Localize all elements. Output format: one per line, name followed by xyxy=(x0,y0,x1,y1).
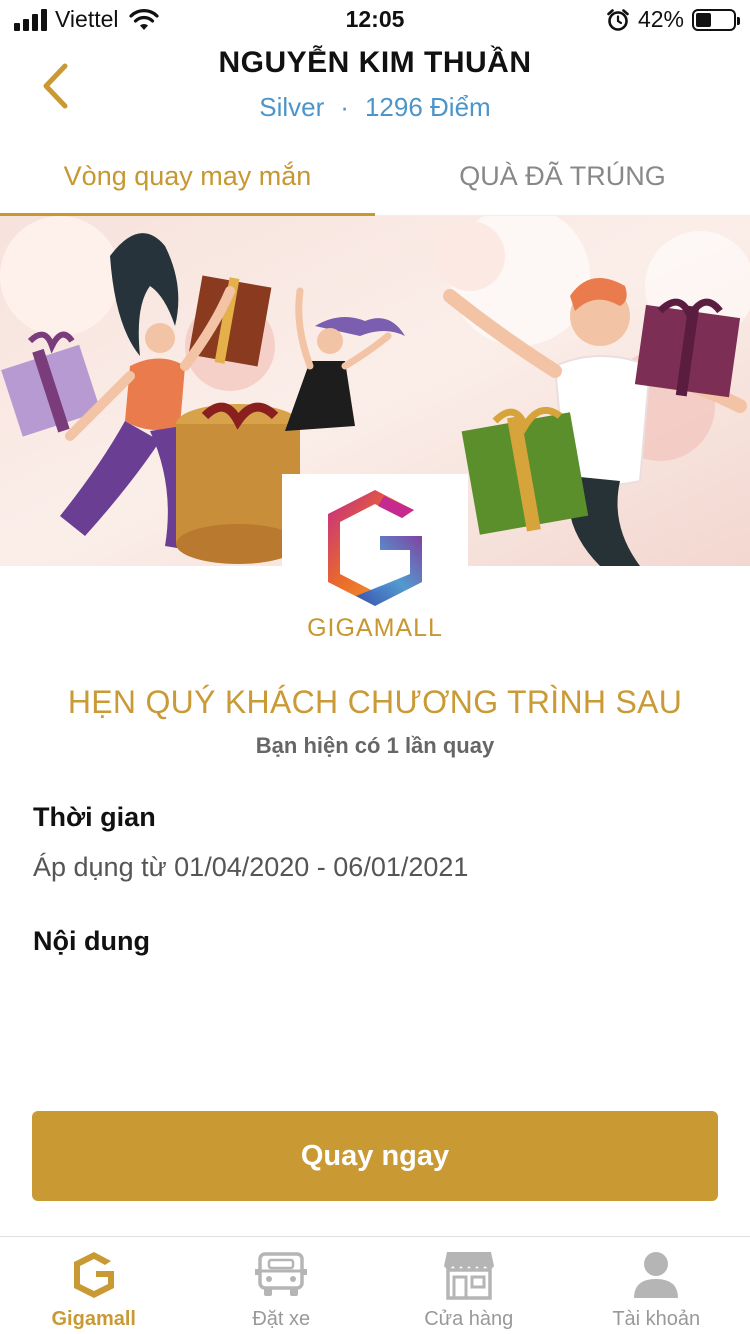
nav-label-store: Cửa hàng xyxy=(424,1308,514,1330)
spin-now-button[interactable]: Quay ngay xyxy=(32,1111,718,1201)
status-right: 42% xyxy=(606,6,740,33)
tab-lucky-wheel[interactable]: Vòng quay may mắn xyxy=(0,136,375,217)
nav-item-account[interactable]: Tài khoản xyxy=(563,1237,750,1334)
time-text: Áp dụng từ 01/04/2020 - 06/01/2021 xyxy=(33,852,469,882)
spin-count: Bạn hiện có 1 lần quay xyxy=(255,733,495,758)
gigamall-logo-text: GIGAMALL xyxy=(307,614,443,642)
nav-label-account: Tài khoản xyxy=(612,1308,701,1330)
nav-item-store[interactable]: Cửa hàng xyxy=(375,1237,563,1334)
nav-item-booking[interactable]: Đặt xe xyxy=(188,1237,376,1334)
status-bar: Viettel 12:05 42% xyxy=(0,0,750,40)
time-title: Thời gian xyxy=(33,802,156,832)
battery-percent: 42% xyxy=(637,6,684,32)
member-points: 1296 Điểm xyxy=(364,92,491,122)
tab-won-gifts[interactable]: QUÀ ĐÃ TRÚNG xyxy=(375,136,750,216)
nav-item-gigamall[interactable]: Gigamall xyxy=(0,1237,188,1334)
member-tier: Silver xyxy=(259,92,325,122)
account-icon xyxy=(629,1249,683,1301)
user-meta: Silver · 1296 Điểm xyxy=(0,92,750,123)
promo-headline: HẸN QUÝ KHÁCH CHƯƠNG TRÌNH SAU xyxy=(67,684,683,720)
user-name: NGUYỄN KIM THUẦN xyxy=(218,46,532,79)
gigamall-logo-icon xyxy=(328,490,422,606)
car-icon xyxy=(254,1249,308,1301)
alarm-icon xyxy=(607,8,629,31)
battery-icon xyxy=(692,8,740,31)
content-title: Nội dung xyxy=(33,926,150,956)
store-icon xyxy=(442,1249,496,1301)
header: NGUYỄN KIM THUẦN Silver · 1296 Điểm xyxy=(0,40,750,136)
battery-fill xyxy=(696,12,712,27)
bottom-nav: Gigamall Đặt xe Cửa hàng Tài khoản xyxy=(0,1236,750,1334)
meta-separator: · xyxy=(340,92,349,122)
tab-bar: Vòng quay may mắn QUÀ ĐÃ TRÚNG xyxy=(0,136,750,217)
nav-label-gigamall: Gigamall xyxy=(51,1308,136,1330)
gigamall-logo: GIGAMALL xyxy=(282,474,468,654)
gigamall-icon xyxy=(67,1249,121,1301)
nav-label-booking: Đặt xe xyxy=(252,1308,311,1330)
